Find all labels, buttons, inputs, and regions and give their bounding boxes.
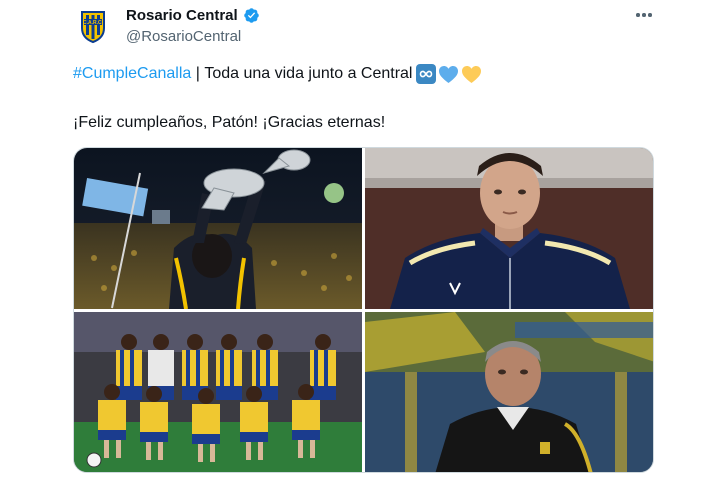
svg-text:C.A.R.C.: C.A.R.C. (83, 20, 104, 26)
photo-grid (73, 147, 654, 473)
blue-heart-emoji (438, 65, 459, 84)
separator: | (191, 65, 205, 82)
photo-coach-stadium[interactable] (365, 312, 653, 472)
author-handle[interactable]: @RosarioCentral (126, 28, 241, 45)
author-avatar[interactable]: C.A.R.C. (73, 6, 113, 46)
photo-trophy-celebration[interactable] (74, 148, 362, 309)
more-options-icon[interactable] (632, 6, 656, 24)
hashtag-link[interactable]: #CumpleCanalla (73, 65, 191, 83)
tweet-text: Toda una vida junto a Central (204, 65, 413, 82)
tweet-text-line-2: ¡Feliz cumpleaños, Patón! ¡Gracias etern… (73, 114, 386, 131)
photo-team-lineup[interactable] (74, 312, 362, 472)
yellow-heart-emoji (461, 65, 482, 84)
tweet-text-line-1: #CumpleCanalla | Toda una vida junto a C… (73, 64, 482, 84)
infinity-emoji (416, 64, 437, 84)
verified-badge-icon (243, 8, 259, 23)
tweet-card[interactable]: C.A.R.C. Rosario Central @RosarioCentral… (0, 0, 728, 488)
club-crest-icon: C.A.R.C. (73, 6, 113, 46)
author-display-name[interactable]: Rosario Central (126, 7, 238, 24)
photo-portrait-jacket[interactable] (365, 148, 653, 309)
